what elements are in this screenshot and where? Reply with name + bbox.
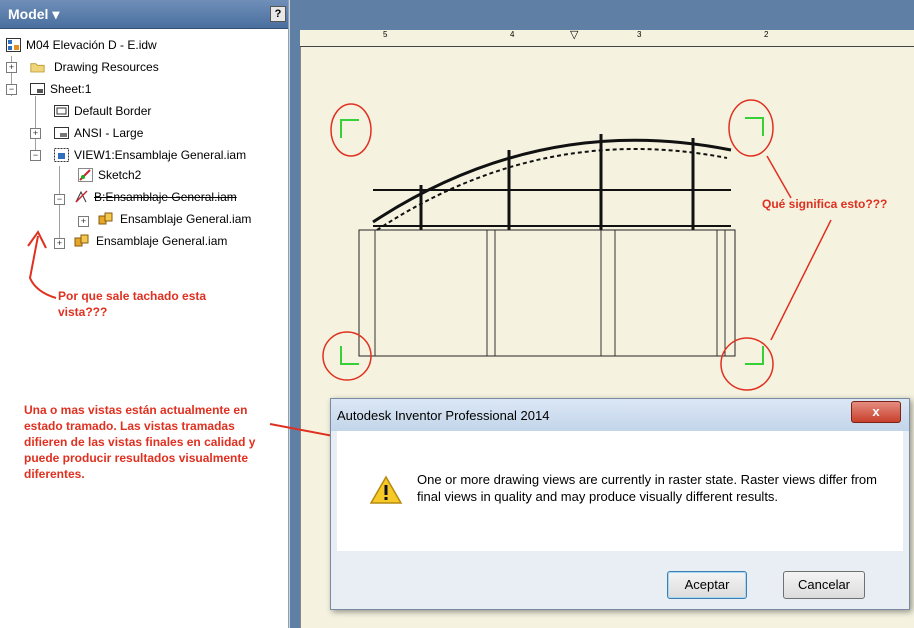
warning-icon <box>369 475 403 504</box>
dialog-body: One or more drawing views are currently … <box>337 431 903 551</box>
annotation-strikethrough-question: Por que sale tachado esta vista??? <box>58 289 207 319</box>
close-button[interactable]: x <box>851 401 901 423</box>
ruler-mark: 2 <box>764 30 769 39</box>
annotation-meaning-question: Qué significa esto??? <box>762 197 888 211</box>
ruler-mark: 5 <box>383 30 388 39</box>
dialog-title: Autodesk Inventor Professional 2014 <box>337 408 550 423</box>
dialog-titlebar[interactable]: Autodesk Inventor Professional 2014 x <box>331 399 909 431</box>
warning-dialog: Autodesk Inventor Professional 2014 x On… <box>330 398 910 610</box>
cancel-button[interactable]: Cancelar <box>783 571 865 599</box>
center-marker-icon: ▽ <box>570 29 579 41</box>
annotation-translation: Una o mas vistas están actualmente en es… <box>24 403 256 481</box>
ruler-mark: 4 <box>510 30 515 39</box>
dialog-message: One or more drawing views are currently … <box>417 472 877 504</box>
accept-button[interactable]: Aceptar <box>667 571 747 599</box>
sheet-ruler: 5 4 3 2 ▽ <box>300 29 914 47</box>
ruler-mark: 3 <box>637 30 642 39</box>
